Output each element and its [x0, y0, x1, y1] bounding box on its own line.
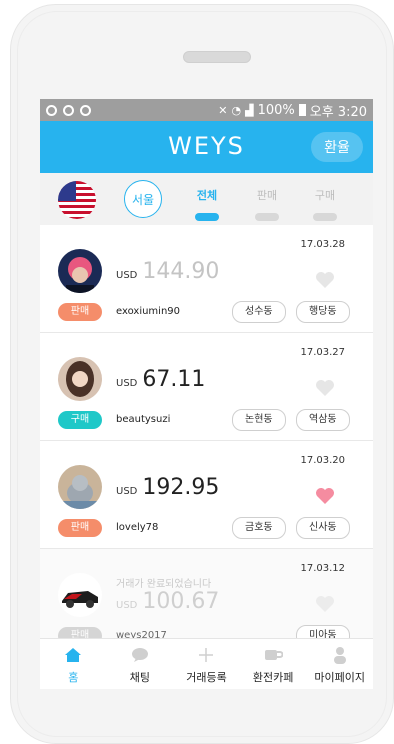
status-badge: 판매 [58, 303, 102, 321]
tab-indicator [195, 213, 219, 221]
location-chip[interactable]: 역삼동 [296, 409, 350, 431]
us-flag-icon[interactable] [58, 181, 96, 219]
location-chip[interactable]: 신사동 [296, 517, 350, 539]
notification-icon [46, 104, 57, 116]
amount: 100.67 [142, 589, 220, 614]
exchange-rate-button[interactable]: 환율 [311, 132, 363, 162]
username: beautysuzi [116, 414, 171, 425]
bottom-nav: 홈 채팅 거래등록 환전카페 마이페이지 [40, 638, 373, 689]
message-icon [80, 104, 91, 116]
listing-card[interactable]: 17.03.27 USD 67.11 구매 beautysuzi 논현동 역삼동 [40, 333, 373, 441]
location-chip[interactable]: 행당동 [296, 301, 350, 323]
nav-chat[interactable]: 채팅 [107, 639, 174, 689]
cafe-cup-icon [265, 650, 284, 660]
tab-sell[interactable]: 판매 [247, 187, 287, 221]
city-select-button[interactable]: 서울 [124, 180, 162, 218]
amount: 144.90 [142, 259, 220, 284]
nav-cafe[interactable]: 환전카페 [240, 639, 307, 689]
tab-label: 구매 [314, 189, 336, 202]
listing-card[interactable]: 17.03.20 USD 192.95 판매 lovely78 금호동 신사동 [40, 441, 373, 549]
wifi-icon: ◔ [231, 103, 242, 117]
filter-bar: 서울 전체 판매 구매 [40, 173, 373, 226]
tab-label: 판매 [256, 189, 278, 202]
avatar [58, 357, 102, 401]
status-bar: ✕ ◔ ▟ 100% 오후 3:20 [40, 99, 373, 121]
status-badge: 판매 [58, 519, 102, 537]
amount: 67.11 [142, 367, 206, 392]
person-icon [333, 647, 346, 664]
location-chip[interactable]: 논현동 [232, 409, 286, 431]
username: exoxiumin90 [116, 306, 181, 317]
battery-icon [298, 104, 306, 116]
heart-icon[interactable] [315, 595, 335, 613]
tab-buy[interactable]: 구매 [305, 187, 345, 221]
nav-label: 마이페이지 [314, 671, 365, 684]
signal-icon: ▟ [245, 103, 254, 117]
currency-code: USD [116, 600, 138, 611]
nav-register[interactable]: 거래등록 [173, 639, 240, 689]
clock: 오후 3:20 [309, 104, 367, 120]
home-icon [65, 648, 82, 662]
tab-indicator [313, 213, 337, 221]
status-badge: 구매 [58, 411, 102, 429]
notification-icon [63, 104, 74, 116]
mute-icon: ✕ [218, 103, 228, 117]
amount: 192.95 [142, 475, 220, 500]
price: USD 100.67 [116, 589, 219, 614]
tab-indicator [255, 213, 279, 221]
listing-date: 17.03.12 [300, 563, 345, 574]
app-header: WEYS 환율 [40, 121, 373, 173]
nav-label: 환전카페 [252, 671, 294, 684]
battery-percent: 100% [257, 102, 295, 118]
nav-label: 홈 [68, 671, 79, 684]
price: USD 144.90 [116, 259, 219, 284]
nav-label: 거래등록 [186, 671, 227, 684]
price: USD 192.95 [116, 475, 219, 500]
chat-icon [131, 648, 148, 662]
listing-date: 17.03.28 [300, 239, 345, 250]
price: USD 67.11 [116, 367, 205, 392]
currency-code: USD [116, 378, 138, 389]
currency-code: USD [116, 270, 138, 281]
nav-label: 채팅 [129, 671, 151, 684]
location-chip[interactable]: 성수동 [232, 301, 286, 323]
nav-mypage[interactable]: 마이페이지 [306, 639, 373, 689]
heart-icon[interactable] [315, 379, 335, 397]
listing-date: 17.03.27 [300, 347, 345, 358]
heart-icon[interactable] [315, 487, 335, 505]
app-screen: ✕ ◔ ▟ 100% 오후 3:20 WEYS 환율 서울 전체 판매 구매 1… [40, 99, 373, 689]
currency-code: USD [116, 486, 138, 497]
plus-icon [199, 648, 214, 662]
username: lovely78 [116, 522, 159, 533]
listing-date: 17.03.20 [300, 455, 345, 466]
heart-icon[interactable] [315, 271, 335, 289]
location-chip[interactable]: 금호동 [232, 517, 286, 539]
listing-card[interactable]: 17.03.28 USD 144.90 판매 exoxiumin90 성수동 행… [40, 225, 373, 333]
tab-all[interactable]: 전체 [187, 187, 227, 221]
nav-home[interactable]: 홈 [40, 639, 107, 689]
tab-label: 전체 [196, 189, 218, 202]
avatar [58, 249, 102, 293]
avatar [58, 465, 102, 509]
avatar [58, 573, 102, 617]
phone-speaker [183, 51, 251, 63]
completed-message: 거래가 완료되었습니다 [116, 579, 212, 590]
